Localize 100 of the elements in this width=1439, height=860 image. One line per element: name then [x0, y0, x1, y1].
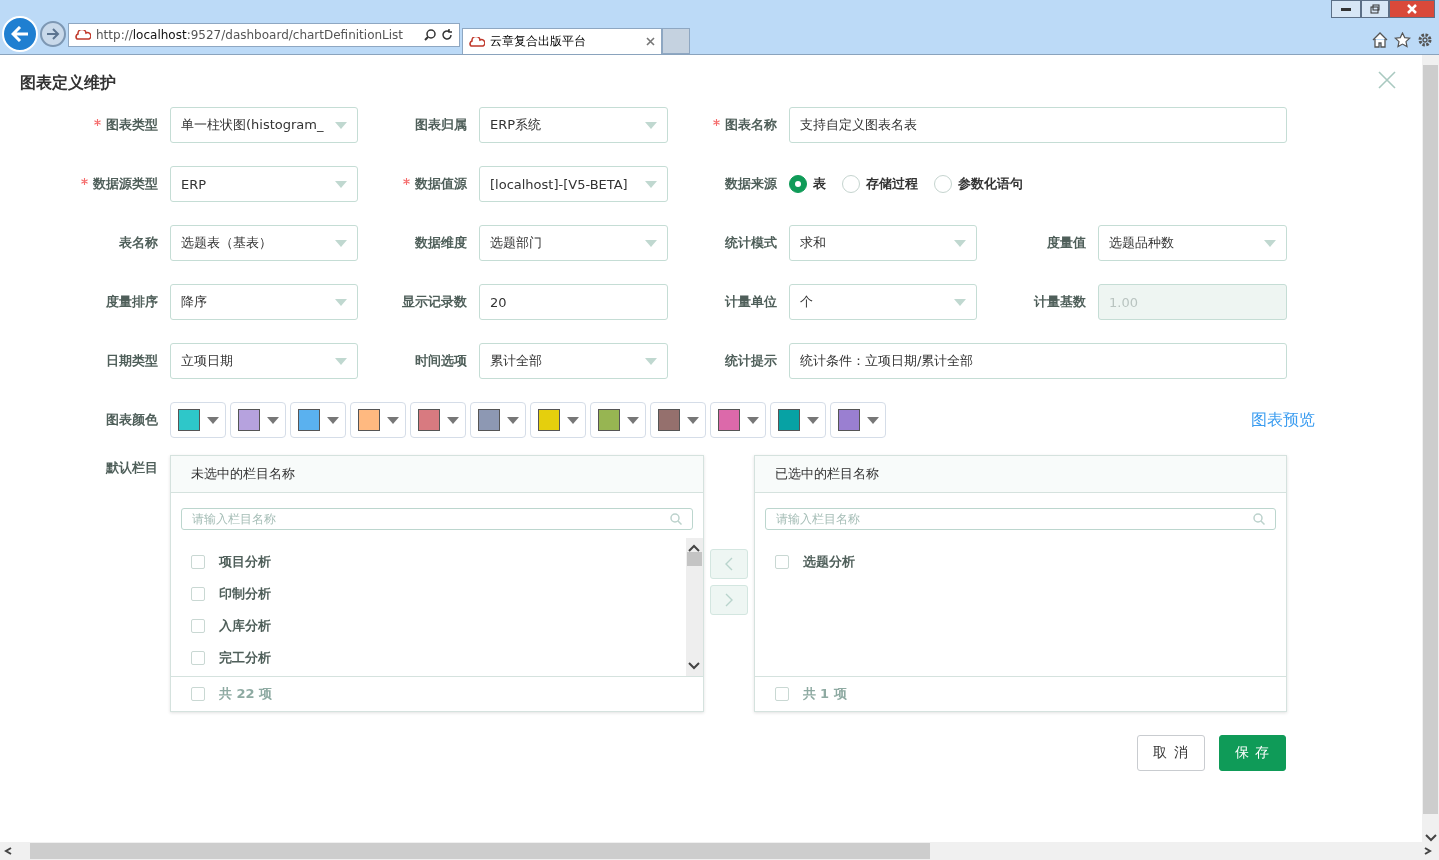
- color-picker[interactable]: [290, 402, 346, 438]
- browser-tab[interactable]: 云章复合出版平台: [462, 28, 662, 54]
- field-label: 图表名称: [713, 116, 777, 134]
- dialog-title: 图表定义维护: [20, 73, 116, 94]
- caret-icon: [335, 357, 347, 365]
- star-icon[interactable]: [1394, 32, 1411, 48]
- cancel-button[interactable]: 取 消: [1137, 735, 1205, 771]
- color-picker[interactable]: [710, 402, 766, 438]
- caret-icon: [806, 416, 819, 424]
- color-picker[interactable]: [410, 402, 466, 438]
- field-label: 默认栏目: [106, 459, 158, 477]
- list-item[interactable]: 完工分析: [171, 642, 686, 674]
- field-label: 图表归属: [415, 116, 467, 134]
- checkbox[interactable]: [774, 687, 789, 701]
- field-label: 数据源类型: [81, 175, 158, 193]
- caret-icon: [335, 180, 347, 188]
- radio-option[interactable]: 存储过程: [842, 175, 918, 193]
- settings-icon[interactable]: [1417, 32, 1433, 48]
- close-icon[interactable]: [646, 37, 655, 46]
- color-picker[interactable]: [470, 402, 526, 438]
- caret-icon: [335, 298, 347, 306]
- select-field[interactable]: 单一柱状图(histogram_: [170, 107, 358, 143]
- select-field[interactable]: ERP系统: [479, 107, 668, 143]
- radio-option[interactable]: 参数化语句: [934, 175, 1023, 193]
- minimize-button[interactable]: [1331, 0, 1361, 18]
- select-field[interactable]: ERP: [170, 166, 358, 202]
- input-field[interactable]: 20: [479, 284, 668, 320]
- caret-icon: [386, 416, 399, 424]
- back-button[interactable]: [2, 16, 38, 52]
- list-item[interactable]: 项目分析: [171, 546, 686, 578]
- caret-icon: [326, 416, 339, 424]
- caret-icon: [954, 239, 966, 247]
- select-field[interactable]: 选题表（基表）: [170, 225, 358, 261]
- caret-icon: [506, 416, 519, 424]
- field-label: 统计模式: [725, 234, 777, 252]
- select-field[interactable]: 选题部门: [479, 225, 668, 261]
- checkbox[interactable]: [191, 619, 205, 633]
- caret-icon: [446, 416, 459, 424]
- field-label: 计量基数: [1034, 293, 1086, 311]
- caret-icon: [626, 416, 639, 424]
- save-button[interactable]: 保 存: [1218, 735, 1286, 771]
- caret-icon: [645, 357, 657, 365]
- field-label: 计量单位: [725, 293, 777, 311]
- cloud-logo-icon: [469, 36, 485, 47]
- field-label: 日期类型: [106, 352, 158, 370]
- caret-icon: [645, 180, 657, 188]
- close-window-button[interactable]: [1389, 0, 1435, 18]
- checkbox[interactable]: [191, 555, 205, 569]
- address-bar[interactable]: http://localhost:9527/dashboard/chartDefinitionList: [68, 23, 460, 47]
- forward-button[interactable]: [40, 21, 66, 47]
- input-field[interactable]: 支持自定义图表名表: [789, 107, 1287, 143]
- panel-header: 已选中的栏目名称: [754, 456, 1286, 493]
- color-picker[interactable]: [530, 402, 586, 438]
- scroll-down-icon[interactable]: [688, 662, 700, 670]
- select-field[interactable]: 累计全部: [479, 343, 668, 379]
- checkbox[interactable]: [191, 687, 205, 701]
- restore-button[interactable]: [1361, 0, 1389, 18]
- chevron-left-icon: [724, 557, 733, 571]
- search-icon: [1253, 513, 1265, 525]
- caret-icon: [206, 416, 219, 424]
- list-item[interactable]: 入库分析: [171, 610, 686, 642]
- search-icon: [669, 513, 682, 525]
- color-picker[interactable]: [350, 402, 406, 438]
- caret-icon: [686, 416, 699, 424]
- input-field[interactable]: 统计条件：立项日期/累计全部: [789, 343, 1287, 379]
- search-icon[interactable]: [424, 29, 436, 41]
- list-item[interactable]: 选题分析: [754, 546, 1286, 578]
- field-label: 统计提示: [725, 352, 777, 370]
- select-field[interactable]: [localhost]-[V5-BETA]: [479, 166, 668, 202]
- field-label: 数据值源: [403, 175, 467, 193]
- scroll-up-icon[interactable]: [688, 544, 700, 552]
- color-picker[interactable]: [170, 402, 226, 438]
- panel-header: 未选中的栏目名称: [171, 456, 703, 493]
- select-field[interactable]: 求和: [789, 225, 977, 261]
- color-picker[interactable]: [650, 402, 706, 438]
- select-field[interactable]: 立项日期: [170, 343, 358, 379]
- list-item[interactable]: 印制分析: [171, 578, 686, 610]
- field-label: 图表颜色: [106, 411, 158, 429]
- color-picker[interactable]: [770, 402, 826, 438]
- caret-icon: [645, 239, 657, 247]
- home-icon[interactable]: [1372, 32, 1388, 48]
- select-field[interactable]: 选题品种数: [1098, 225, 1287, 261]
- checkbox[interactable]: [191, 587, 205, 601]
- chevron-right-icon: [724, 593, 733, 607]
- refresh-icon[interactable]: [441, 29, 453, 41]
- color-picker[interactable]: [590, 402, 646, 438]
- radio-option[interactable]: 表: [789, 175, 826, 193]
- checkbox[interactable]: [191, 651, 205, 665]
- panel-footer: 共 1 项: [754, 676, 1286, 711]
- color-picker[interactable]: [830, 402, 886, 438]
- caret-icon: [1264, 239, 1276, 247]
- field-label: 显示记录数: [402, 293, 467, 311]
- select-field[interactable]: 降序: [170, 284, 358, 320]
- field-label: 度量排序: [106, 293, 158, 311]
- field-label: 数据维度: [415, 234, 467, 252]
- color-picker[interactable]: [230, 402, 286, 438]
- scroll-down-icon[interactable]: [1424, 834, 1437, 842]
- caret-icon: [335, 121, 347, 129]
- select-field[interactable]: 个: [789, 284, 977, 320]
- checkbox[interactable]: [774, 555, 789, 569]
